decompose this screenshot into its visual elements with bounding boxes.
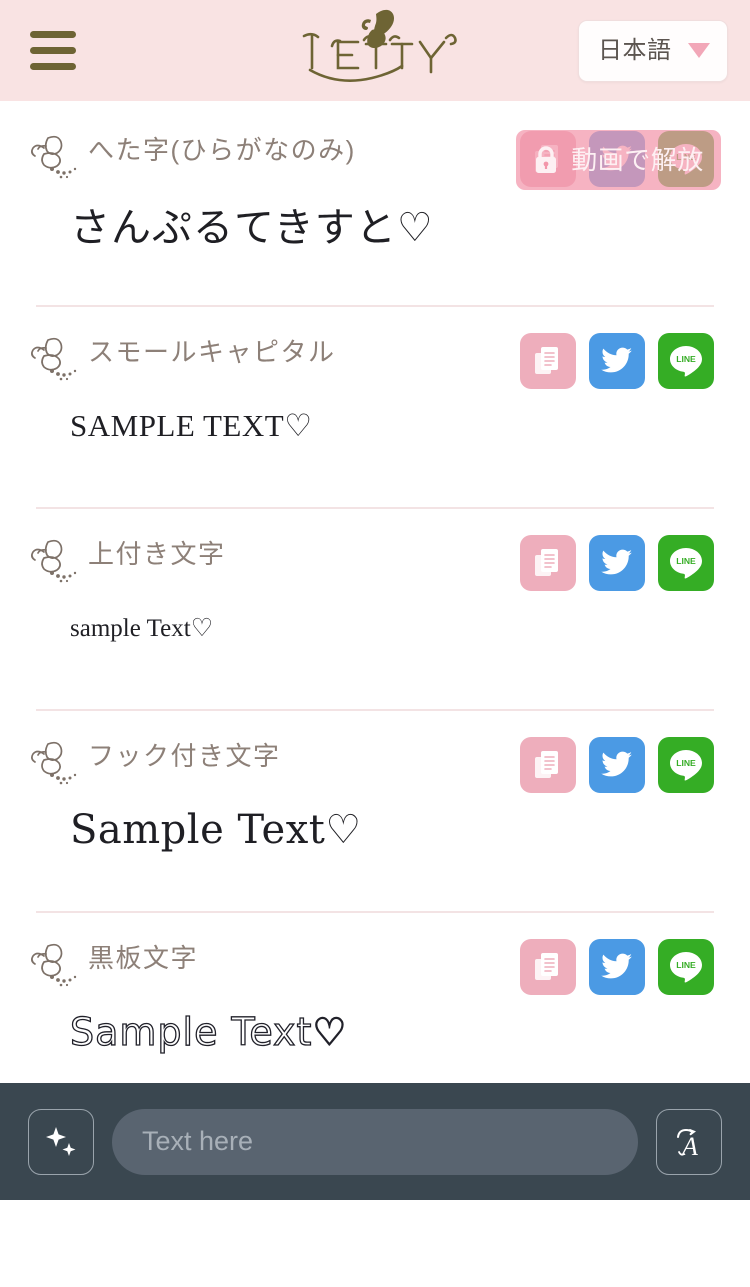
font-style-name: 上付き文字 <box>88 539 226 569</box>
font-style-name: 黒板文字 <box>88 943 199 973</box>
line-share-button[interactable]: LINE <box>658 737 714 793</box>
sample-text-wrap: SAMPLE TEXT♡ <box>0 385 750 467</box>
row-title-group: スモールキャピタル <box>28 333 336 384</box>
line-icon: LINE <box>670 750 702 781</box>
sample-text-wrap: Sample Text♡ <box>0 789 750 871</box>
chevron-down-icon <box>688 43 710 58</box>
butterfly-icon <box>31 943 77 987</box>
copy-button[interactable] <box>520 535 576 591</box>
app-root: 日本語 へた字(ひらがなのみ) 動画で解放 さんぷるてきすと♡ スモールキャピタ… <box>0 0 750 1287</box>
row-header: フック付き文字 LINE <box>0 711 750 793</box>
copy-button[interactable] <box>520 737 576 793</box>
script-a-icon: A <box>677 1128 698 1161</box>
app-header: 日本語 <box>0 0 750 101</box>
line-icon: LINE <box>670 346 702 377</box>
unlock-label: 動画で解放 <box>571 145 704 175</box>
heart-glyph: ♡ <box>396 205 434 251</box>
svg-text:LINE: LINE <box>676 758 696 768</box>
language-selector[interactable]: 日本語 <box>578 19 728 82</box>
butterfly-icon <box>31 337 77 381</box>
heart-glyph: ♡ <box>284 408 313 444</box>
app-logo <box>275 5 475 97</box>
line-icon: LINE <box>670 952 702 983</box>
hamburger-icon-bar <box>30 31 76 38</box>
copy-icon <box>535 549 558 576</box>
sample-text: Sample Text♡ <box>69 1009 348 1054</box>
twitter-icon <box>601 347 632 373</box>
row-header: 黒板文字 LINE <box>0 913 750 995</box>
svg-text:LINE: LINE <box>676 354 696 364</box>
copy-icon <box>535 347 558 374</box>
font-style-row: 黒板文字 LINE Sample Text♡ <box>0 913 750 1073</box>
heart-glyph: ♡ <box>325 807 362 853</box>
unlock-with-video-button[interactable]: 動画で解放 <box>516 130 721 190</box>
safe-area-footer <box>0 1200 750 1287</box>
copy-icon <box>535 953 558 980</box>
row-title-group: フック付き文字 <box>28 737 281 788</box>
twitter-share-button[interactable] <box>589 939 645 995</box>
line-share-button[interactable]: LINE <box>658 939 714 995</box>
sample-text-wrap: さんぷるてきすと♡ <box>0 183 750 265</box>
row-header: スモールキャピタル LINE <box>0 307 750 389</box>
font-style-name: フック付き文字 <box>88 741 281 771</box>
butterfly-icon <box>31 741 77 785</box>
sample-text: sample Text♡ <box>70 613 214 642</box>
row-action-buttons: LINE <box>520 939 714 995</box>
font-style-list: へた字(ひらがなのみ) 動画で解放 さんぷるてきすと♡ スモールキャピタル LI… <box>0 101 750 1083</box>
hamburger-icon-bar <box>30 63 76 70</box>
row-action-buttons: LINE 動画で解放 <box>516 130 721 190</box>
sample-text-wrap: Sample Text♡ <box>0 991 750 1073</box>
sample-text: SAMPLE TEXT♡ <box>70 408 313 444</box>
svg-text:A: A <box>680 1132 698 1161</box>
line-share-button[interactable]: LINE <box>658 535 714 591</box>
heart-glyph: ♡ <box>190 613 214 642</box>
sample-text-wrap: sample Text♡ <box>0 587 750 669</box>
row-title-group: へた字(ひらがなのみ) <box>28 131 356 182</box>
butterfly-icon <box>31 135 77 179</box>
line-share-button[interactable]: LINE <box>658 333 714 389</box>
sample-text: さんぷるてきすと♡ <box>70 205 434 251</box>
row-header: 上付き文字 LINE <box>0 509 750 591</box>
font-style-row: スモールキャピタル LINE SAMPLE TEXT♡ <box>0 307 750 507</box>
twitter-share-button[interactable] <box>589 333 645 389</box>
language-selected-value: 日本語 <box>598 36 672 64</box>
row-header: へた字(ひらがなのみ) 動画で解放 <box>0 105 750 190</box>
menu-button[interactable] <box>26 23 88 79</box>
twitter-icon <box>601 549 632 575</box>
lock-icon <box>536 146 557 173</box>
font-picker-button[interactable]: A <box>656 1108 722 1175</box>
font-style-row: 上付き文字 LINE sample Text♡ <box>0 509 750 709</box>
font-style-row: へた字(ひらがなのみ) 動画で解放 さんぷるてきすと♡ <box>0 105 750 305</box>
bottom-toolbar: A <box>0 1083 750 1200</box>
heart-glyph: ♡ <box>312 1009 348 1054</box>
row-action-buttons: LINE <box>520 737 714 793</box>
line-icon: LINE <box>670 548 702 579</box>
copy-button[interactable] <box>520 333 576 389</box>
twitter-share-button[interactable] <box>589 535 645 591</box>
row-title-group: 黒板文字 <box>28 939 198 990</box>
sparkles-icon <box>46 1126 76 1156</box>
twitter-icon <box>601 953 632 979</box>
svg-text:LINE: LINE <box>676 960 696 970</box>
font-style-name: へた字(ひらがなのみ) <box>88 135 356 165</box>
hamburger-icon-bar <box>30 47 76 54</box>
butterfly-icon <box>31 539 77 583</box>
font-style-name: スモールキャピタル <box>88 337 336 367</box>
twitter-icon <box>601 751 632 777</box>
row-action-buttons: LINE <box>520 333 714 389</box>
sample-text: Sample Text♡ <box>70 807 362 853</box>
twitter-share-button[interactable] <box>589 737 645 793</box>
text-input[interactable] <box>112 1108 638 1175</box>
copy-button[interactable] <box>520 939 576 995</box>
row-title-group: 上付き文字 <box>28 535 226 586</box>
decorate-button[interactable] <box>28 1108 94 1175</box>
row-action-buttons: LINE <box>520 535 714 591</box>
letty-logo-icon <box>302 9 457 82</box>
font-style-row: フック付き文字 LINE Sample Text♡ <box>0 711 750 911</box>
copy-icon <box>535 751 558 778</box>
svg-text:LINE: LINE <box>676 556 696 566</box>
